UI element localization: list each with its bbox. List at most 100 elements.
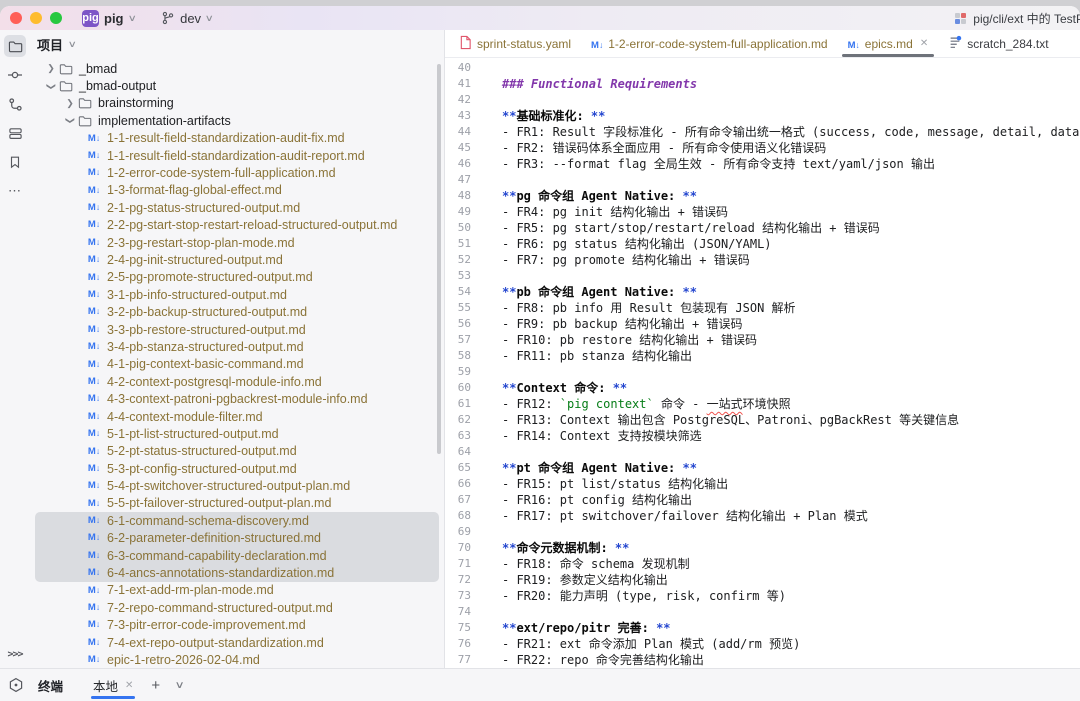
editor-tab[interactable]: M↓1-2-error-code-system-full-application… [581,30,838,57]
tree-item-file[interactable]: M↓2-1-pg-status-structured-output.md [35,199,439,216]
editor-line[interactable]: 51- FR6: pg status 结构化输出 (JSON/YAML) [445,236,1080,252]
editor-line[interactable]: 53 [445,268,1080,284]
editor-line[interactable]: 67- FR16: pt config 结构化输出 [445,492,1080,508]
tree-item-file[interactable]: M↓5-2-pt-status-structured-output.md [35,443,439,460]
pull-requests-tool-button[interactable] [4,93,26,115]
tree-item-file[interactable]: M↓4-3-context-patroni-pgbackrest-module-… [35,390,439,407]
terminal-tab-local[interactable]: 本地 ✕ [91,669,135,701]
editor-line[interactable]: 75**ext/repo/pitr 完善: ** [445,620,1080,636]
tree-item-file[interactable]: M↓7-3-pitr-error-code-improvement.md [35,617,439,634]
python-console-button[interactable]: >>> [4,646,26,668]
hexagon-tool-icon[interactable] [8,677,24,693]
more-tools-button[interactable]: ⋯ [4,180,26,202]
tree-item-file[interactable]: M↓4-4-context-module-filter.md [35,408,439,425]
editor-line[interactable]: 43**基础标准化: ** [445,108,1080,124]
minimize-window-button[interactable] [30,12,42,24]
tree-item-file[interactable]: M↓5-3-pt-config-structured-output.md [35,460,439,477]
tree-item-file[interactable]: M↓2-4-pg-init-structured-output.md [35,251,439,268]
tree-item-file[interactable]: M↓6-2-parameter-definition-structured.md [35,530,439,547]
tree-item-folder[interactable]: ❯brainstorming [35,95,439,112]
tree-item-file[interactable]: M↓1-1-result-field-standardization-audit… [35,130,439,147]
editor-line[interactable]: 44- FR1: Result 字段标准化 - 所有命令输出统一格式 (succ… [445,124,1080,140]
editor-line[interactable]: 59 [445,364,1080,380]
chevron-collapsed-icon[interactable]: ❯ [44,63,58,74]
editor-line[interactable]: 74 [445,604,1080,620]
editor-line[interactable]: 66- FR15: pt list/status 结构化输出 [445,476,1080,492]
run-configuration-widget[interactable]: pig/cli/ext 中的 TestP [954,6,1080,30]
tree-scrollbar[interactable] [437,64,441,454]
editor-tab[interactable]: M↓epics.md✕ [838,30,939,57]
terminal-label[interactable]: 终端 [38,676,63,695]
editor-line[interactable]: 60**Context 命令: ** [445,380,1080,396]
editor-line[interactable]: 64 [445,444,1080,460]
close-window-button[interactable] [10,12,22,24]
terminal-options-chevron-icon[interactable]: ∨ [175,680,185,691]
tree-item-folder[interactable]: ❯_bmad-output [35,77,439,94]
editor-line[interactable]: 49- FR4: pg init 结构化输出 + 错误码 [445,204,1080,220]
tree-item-file[interactable]: M↓1-3-format-flag-global-effect.md [35,182,439,199]
editor-line[interactable]: 58- FR11: pb stanza 结构化输出 [445,348,1080,364]
project-widget[interactable]: pig pig ∨ [82,10,135,27]
tree-item-file[interactable]: M↓7-1-ext-add-rm-plan-mode.md [35,582,439,599]
editor-line[interactable]: 65**pt 命令组 Agent Native: ** [445,460,1080,476]
tree-item-folder[interactable]: ❯implementation-artifacts [35,112,439,129]
editor-tab[interactable]: scratch_284.txt [938,30,1058,57]
branch-widget[interactable]: dev ∨ [161,11,213,26]
close-icon[interactable]: ✕ [125,680,133,691]
editor-line[interactable]: 50- FR5: pg start/stop/restart/reload 结构… [445,220,1080,236]
editor-line[interactable]: 40 [445,60,1080,76]
chevron-expanded-icon[interactable]: ❯ [46,79,57,93]
commit-tool-button[interactable] [4,64,26,86]
editor-content[interactable]: 4041### Functional Requirements4243**基础标… [445,58,1080,668]
editor-line[interactable]: 46- FR3: --format flag 全局生效 - 所有命令支持 tex… [445,156,1080,172]
editor-line[interactable]: 56- FR9: pb backup 结构化输出 + 错误码 [445,316,1080,332]
project-tool-button[interactable] [4,35,26,57]
editor-line[interactable]: 76- FR21: ext 命令添加 Plan 模式 (add/rm 预览) [445,636,1080,652]
editor-line[interactable]: 57- FR10: pb restore 结构化输出 + 错误码 [445,332,1080,348]
tree-item-file[interactable]: M↓7-4-ext-repo-output-standardization.md [35,634,439,651]
tree-item-file[interactable]: M↓2-3-pg-restart-stop-plan-mode.md [35,234,439,251]
editor-tab[interactable]: sprint-status.yaml [449,30,581,57]
tree-item-file[interactable]: M↓5-4-pt-switchover-structured-output-pl… [35,477,439,494]
close-icon[interactable]: ✕ [920,38,928,49]
zoom-window-button[interactable] [50,12,62,24]
tree-item-file[interactable]: M↓1-2-error-code-system-full-application… [35,164,439,181]
editor-line[interactable]: 62- FR13: Context 输出包含 PostgreSQL、Patron… [445,412,1080,428]
tree-item-file[interactable]: M↓4-2-context-postgresql-module-info.md [35,373,439,390]
tree-item-file[interactable]: M↓6-1-command-schema-discovery.md [35,512,439,529]
tree-item-file[interactable]: M↓7-2-repo-command-structured-output.md [35,599,439,616]
tree-item-file[interactable]: M↓5-1-pt-list-structured-output.md [35,425,439,442]
tree-item-file[interactable]: M↓6-4-ancs-annotations-standardization.m… [35,564,439,581]
tree-item-file[interactable]: M↓1-1-result-field-standardization-audit… [35,147,439,164]
tree-item-folder[interactable]: ❯_bmad [35,60,439,77]
editor-line[interactable]: 48**pg 命令组 Agent Native: ** [445,188,1080,204]
tree-item-file[interactable]: M↓3-2-pb-backup-structured-output.md [35,303,439,320]
tree-item-file[interactable]: M↓6-3-command-capability-declaration.md [35,547,439,564]
tree-item-file[interactable]: M↓3-3-pb-restore-structured-output.md [35,321,439,338]
editor-line[interactable]: 45- FR2: 错误码体系全面应用 - 所有命令使用语义化错误码 [445,140,1080,156]
project-panel-header[interactable]: 项目 ∨ [30,30,444,58]
structure-tool-button[interactable] [4,122,26,144]
editor-line[interactable]: 77- FR22: repo 命令完善结构化输出 [445,652,1080,668]
editor-line[interactable]: 52- FR7: pg promote 结构化输出 + 错误码 [445,252,1080,268]
editor-line[interactable]: 54**pb 命令组 Agent Native: ** [445,284,1080,300]
editor-line[interactable]: 72- FR19: 参数定义结构化输出 [445,572,1080,588]
tree-item-file[interactable]: M↓2-5-pg-promote-structured-output.md [35,269,439,286]
tree-item-file[interactable]: M↓5-5-pt-failover-structured-output-plan… [35,495,439,512]
tree-item-file[interactable]: M↓epic-1-retro-2026-02-04.md [35,651,439,668]
editor-line[interactable]: 68- FR17: pt switchover/failover 结构化输出 +… [445,508,1080,524]
tree-item-file[interactable]: M↓2-2-pg-start-stop-restart-reload-struc… [35,217,439,234]
editor-line[interactable]: 63- FR14: Context 支持按模块筛选 [445,428,1080,444]
chevron-collapsed-icon[interactable]: ❯ [63,98,77,109]
editor-line[interactable]: 73- FR20: 能力声明 (type, risk, confirm 等) [445,588,1080,604]
editor-line[interactable]: 61- FR12: `pig context` 命令 - 一站式环境快照 [445,396,1080,412]
editor-line[interactable]: 42 [445,92,1080,108]
editor-line[interactable]: 55- FR8: pb info 用 Result 包装现有 JSON 解析 [445,300,1080,316]
editor-line[interactable]: 41### Functional Requirements [445,76,1080,92]
editor-line[interactable]: 69 [445,524,1080,540]
editor-line[interactable]: 47 [445,172,1080,188]
chevron-expanded-icon[interactable]: ❯ [65,114,76,128]
tree-item-file[interactable]: M↓3-1-pb-info-structured-output.md [35,286,439,303]
tree-item-file[interactable]: M↓4-1-pig-context-basic-command.md [35,356,439,373]
bookmarks-tool-button[interactable] [4,151,26,173]
